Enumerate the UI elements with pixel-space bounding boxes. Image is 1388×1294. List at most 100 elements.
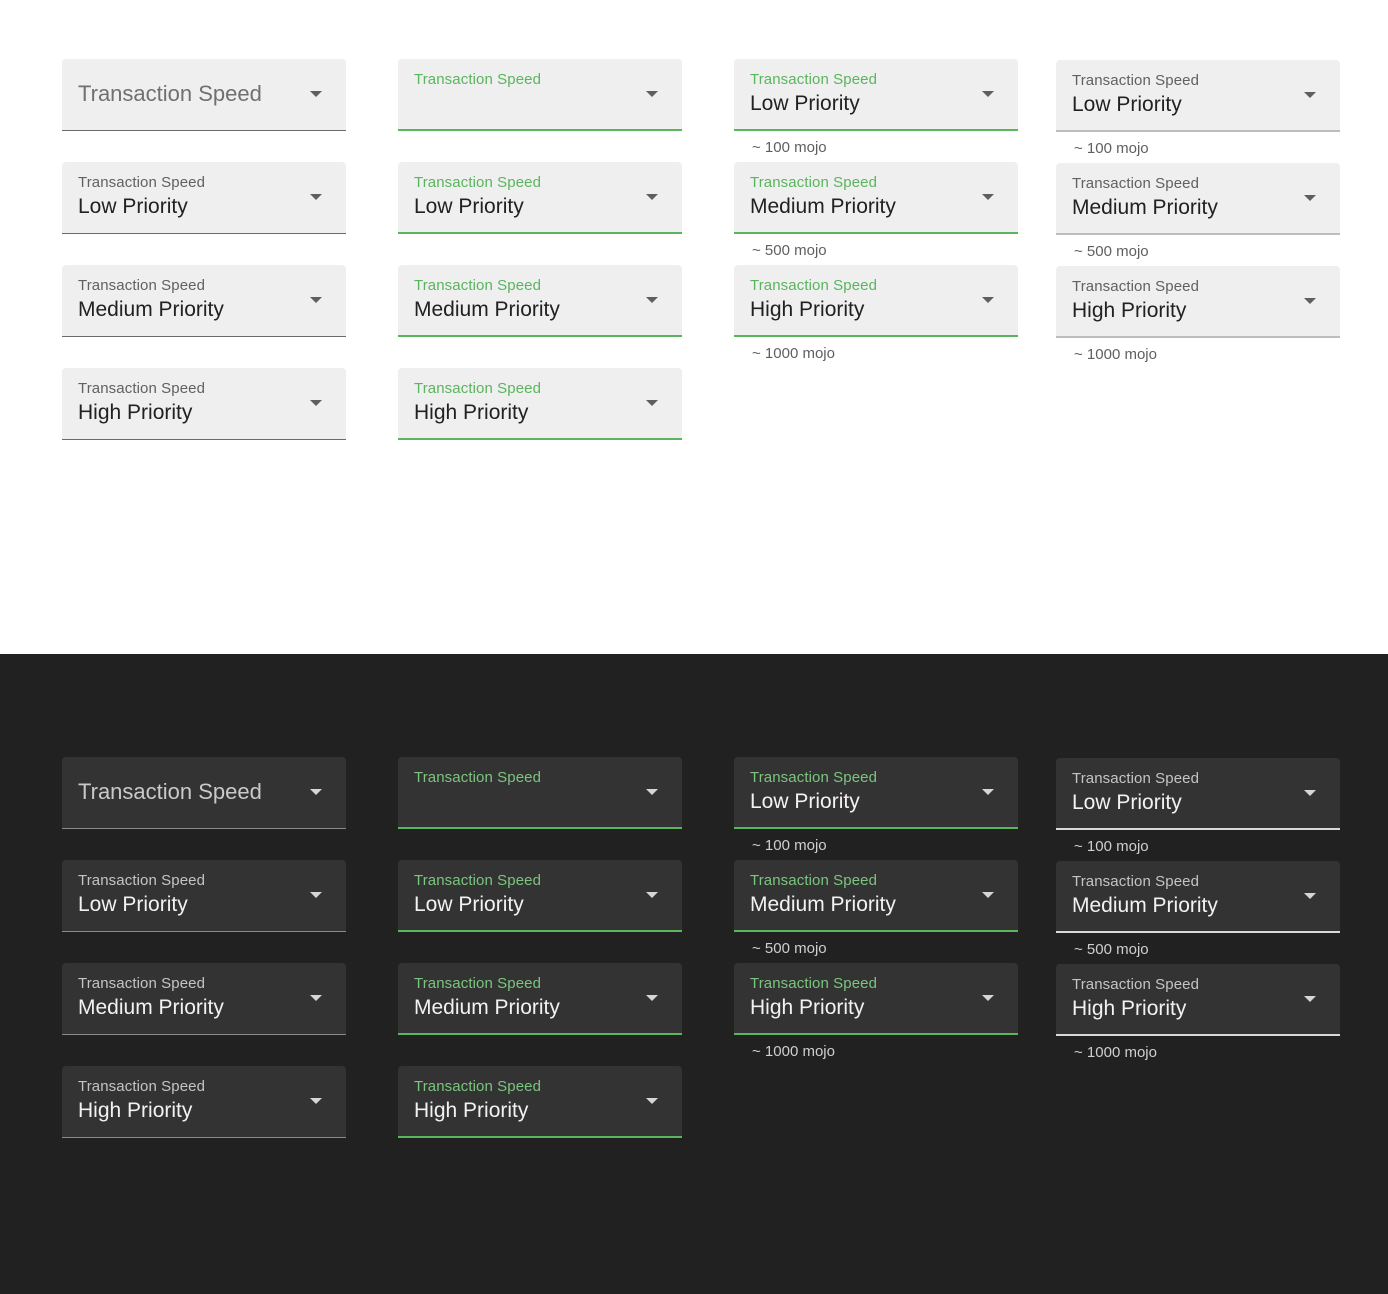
- arrow-drop-down-icon: [310, 892, 322, 898]
- arrow-drop-down-icon: [982, 297, 994, 303]
- helper-text: ~ 1000 mojo: [752, 1043, 835, 1060]
- field-label: Transaction Speed: [1072, 976, 1200, 993]
- field-value: Low Priority: [1072, 93, 1182, 116]
- transaction-speed-select-low[interactable]: Transaction Speed Low Priority: [62, 162, 346, 234]
- transaction-speed-select-high[interactable]: Transaction Speed High Priority: [62, 368, 346, 440]
- field-label: Transaction Speed: [414, 1078, 542, 1095]
- field-value: Medium Priority: [1072, 894, 1218, 917]
- field-label: Transaction Speed: [414, 380, 542, 397]
- arrow-drop-down-icon: [310, 995, 322, 1001]
- transaction-speed-select-focused-low[interactable]: Transaction Speed Low Priority: [398, 860, 682, 932]
- transaction-speed-select-focused-high[interactable]: Transaction Speed High Priority: [398, 1066, 682, 1138]
- field-value: Low Priority: [78, 893, 188, 916]
- field-label: Transaction Speed: [750, 277, 878, 294]
- transaction-speed-select-focused-high[interactable]: Transaction Speed High Priority: [398, 368, 682, 440]
- transaction-speed-select-empty[interactable]: Transaction Speed: [62, 757, 346, 829]
- transaction-speed-select-focused-helper-high[interactable]: Transaction Speed High Priority: [734, 963, 1018, 1035]
- field-value: High Priority: [414, 401, 529, 424]
- field-label: Transaction Speed: [750, 174, 878, 191]
- helper-text: ~ 1000 mojo: [752, 345, 835, 362]
- arrow-drop-down-icon: [310, 400, 322, 406]
- field-label: Transaction Speed: [78, 872, 206, 889]
- transaction-speed-select-helper-medium[interactable]: Transaction Speed Medium Priority: [1056, 861, 1340, 933]
- arrow-drop-down-icon: [1304, 790, 1316, 796]
- field-value: Low Priority: [414, 195, 524, 218]
- transaction-speed-select-focused-helper-medium[interactable]: Transaction Speed Medium Priority: [734, 860, 1018, 932]
- field-label: Transaction Speed: [1072, 278, 1200, 295]
- transaction-speed-select-focused-helper-medium[interactable]: Transaction Speed Medium Priority: [734, 162, 1018, 234]
- field-label: Transaction Speed: [750, 769, 878, 786]
- arrow-drop-down-icon: [646, 91, 658, 97]
- transaction-speed-select-helper-low[interactable]: Transaction Speed Low Priority: [1056, 758, 1340, 830]
- field-label: Transaction Speed: [1072, 770, 1200, 787]
- arrow-drop-down-icon: [646, 194, 658, 200]
- field-label: Transaction Speed: [78, 277, 206, 294]
- field-value: High Priority: [414, 1099, 529, 1122]
- helper-text: ~ 100 mojo: [752, 139, 827, 156]
- field-label: Transaction Speed: [1072, 72, 1200, 89]
- field-label: Transaction Speed: [78, 380, 206, 397]
- helper-text: ~ 100 mojo: [1074, 140, 1149, 157]
- field-value: High Priority: [78, 401, 193, 424]
- transaction-speed-select-helper-high[interactable]: Transaction Speed High Priority: [1056, 266, 1340, 338]
- transaction-speed-select-empty[interactable]: Transaction Speed: [62, 59, 346, 131]
- transaction-speed-select-helper-low[interactable]: Transaction Speed Low Priority: [1056, 60, 1340, 132]
- dark-theme-section: Transaction Speed Transaction Speed Low …: [0, 654, 1388, 1294]
- transaction-speed-select-focused-medium[interactable]: Transaction Speed Medium Priority: [398, 265, 682, 337]
- helper-text: ~ 500 mojo: [752, 242, 827, 259]
- arrow-drop-down-icon: [646, 400, 658, 406]
- field-value: High Priority: [1072, 997, 1187, 1020]
- field-label: Transaction Speed: [78, 81, 262, 106]
- field-label: Transaction Speed: [414, 174, 542, 191]
- arrow-drop-down-icon: [1304, 298, 1316, 304]
- helper-text: ~ 1000 mojo: [1074, 346, 1157, 363]
- helper-text: ~ 1000 mojo: [1074, 1044, 1157, 1061]
- arrow-drop-down-icon: [1304, 996, 1316, 1002]
- transaction-speed-select-medium[interactable]: Transaction Speed Medium Priority: [62, 265, 346, 337]
- field-label: Transaction Speed: [750, 872, 878, 889]
- transaction-speed-select-focused-helper-low[interactable]: Transaction Speed Low Priority: [734, 757, 1018, 829]
- arrow-drop-down-icon: [310, 91, 322, 97]
- field-label: Transaction Speed: [414, 975, 542, 992]
- field-value: High Priority: [1072, 299, 1187, 322]
- transaction-speed-select-focused-helper-high[interactable]: Transaction Speed High Priority: [734, 265, 1018, 337]
- transaction-speed-select-focused-low[interactable]: Transaction Speed Low Priority: [398, 162, 682, 234]
- arrow-drop-down-icon: [646, 995, 658, 1001]
- field-label: Transaction Speed: [78, 975, 206, 992]
- field-value: Medium Priority: [750, 893, 896, 916]
- arrow-drop-down-icon: [310, 789, 322, 795]
- field-label: Transaction Speed: [414, 71, 542, 88]
- field-label: Transaction Speed: [1072, 873, 1200, 890]
- transaction-speed-select-medium[interactable]: Transaction Speed Medium Priority: [62, 963, 346, 1035]
- helper-text: ~ 500 mojo: [1074, 243, 1149, 260]
- transaction-speed-select-focused-medium[interactable]: Transaction Speed Medium Priority: [398, 963, 682, 1035]
- arrow-drop-down-icon: [1304, 893, 1316, 899]
- arrow-drop-down-icon: [982, 995, 994, 1001]
- arrow-drop-down-icon: [646, 297, 658, 303]
- arrow-drop-down-icon: [646, 789, 658, 795]
- field-label: Transaction Speed: [1072, 175, 1200, 192]
- field-label: Transaction Speed: [78, 1078, 206, 1095]
- transaction-speed-select-focused-empty[interactable]: Transaction Speed: [398, 757, 682, 829]
- field-value: Medium Priority: [750, 195, 896, 218]
- transaction-speed-select-focused-helper-low[interactable]: Transaction Speed Low Priority: [734, 59, 1018, 131]
- transaction-speed-select-high[interactable]: Transaction Speed High Priority: [62, 1066, 346, 1138]
- arrow-drop-down-icon: [646, 1098, 658, 1104]
- field-label: Transaction Speed: [750, 975, 878, 992]
- transaction-speed-select-helper-high[interactable]: Transaction Speed High Priority: [1056, 964, 1340, 1036]
- transaction-speed-select-low[interactable]: Transaction Speed Low Priority: [62, 860, 346, 932]
- helper-text: ~ 100 mojo: [1074, 838, 1149, 855]
- field-label: Transaction Speed: [414, 277, 542, 294]
- arrow-drop-down-icon: [982, 91, 994, 97]
- field-value: Medium Priority: [78, 996, 224, 1019]
- arrow-drop-down-icon: [1304, 195, 1316, 201]
- helper-text: ~ 500 mojo: [752, 940, 827, 957]
- light-theme-section: Transaction Speed Transaction Speed Low …: [0, 0, 1388, 654]
- arrow-drop-down-icon: [310, 1098, 322, 1104]
- field-value: Low Priority: [750, 92, 860, 115]
- helper-text: ~ 100 mojo: [752, 837, 827, 854]
- transaction-speed-select-focused-empty[interactable]: Transaction Speed: [398, 59, 682, 131]
- field-value: Medium Priority: [414, 996, 560, 1019]
- transaction-speed-select-helper-medium[interactable]: Transaction Speed Medium Priority: [1056, 163, 1340, 235]
- field-value: Low Priority: [750, 790, 860, 813]
